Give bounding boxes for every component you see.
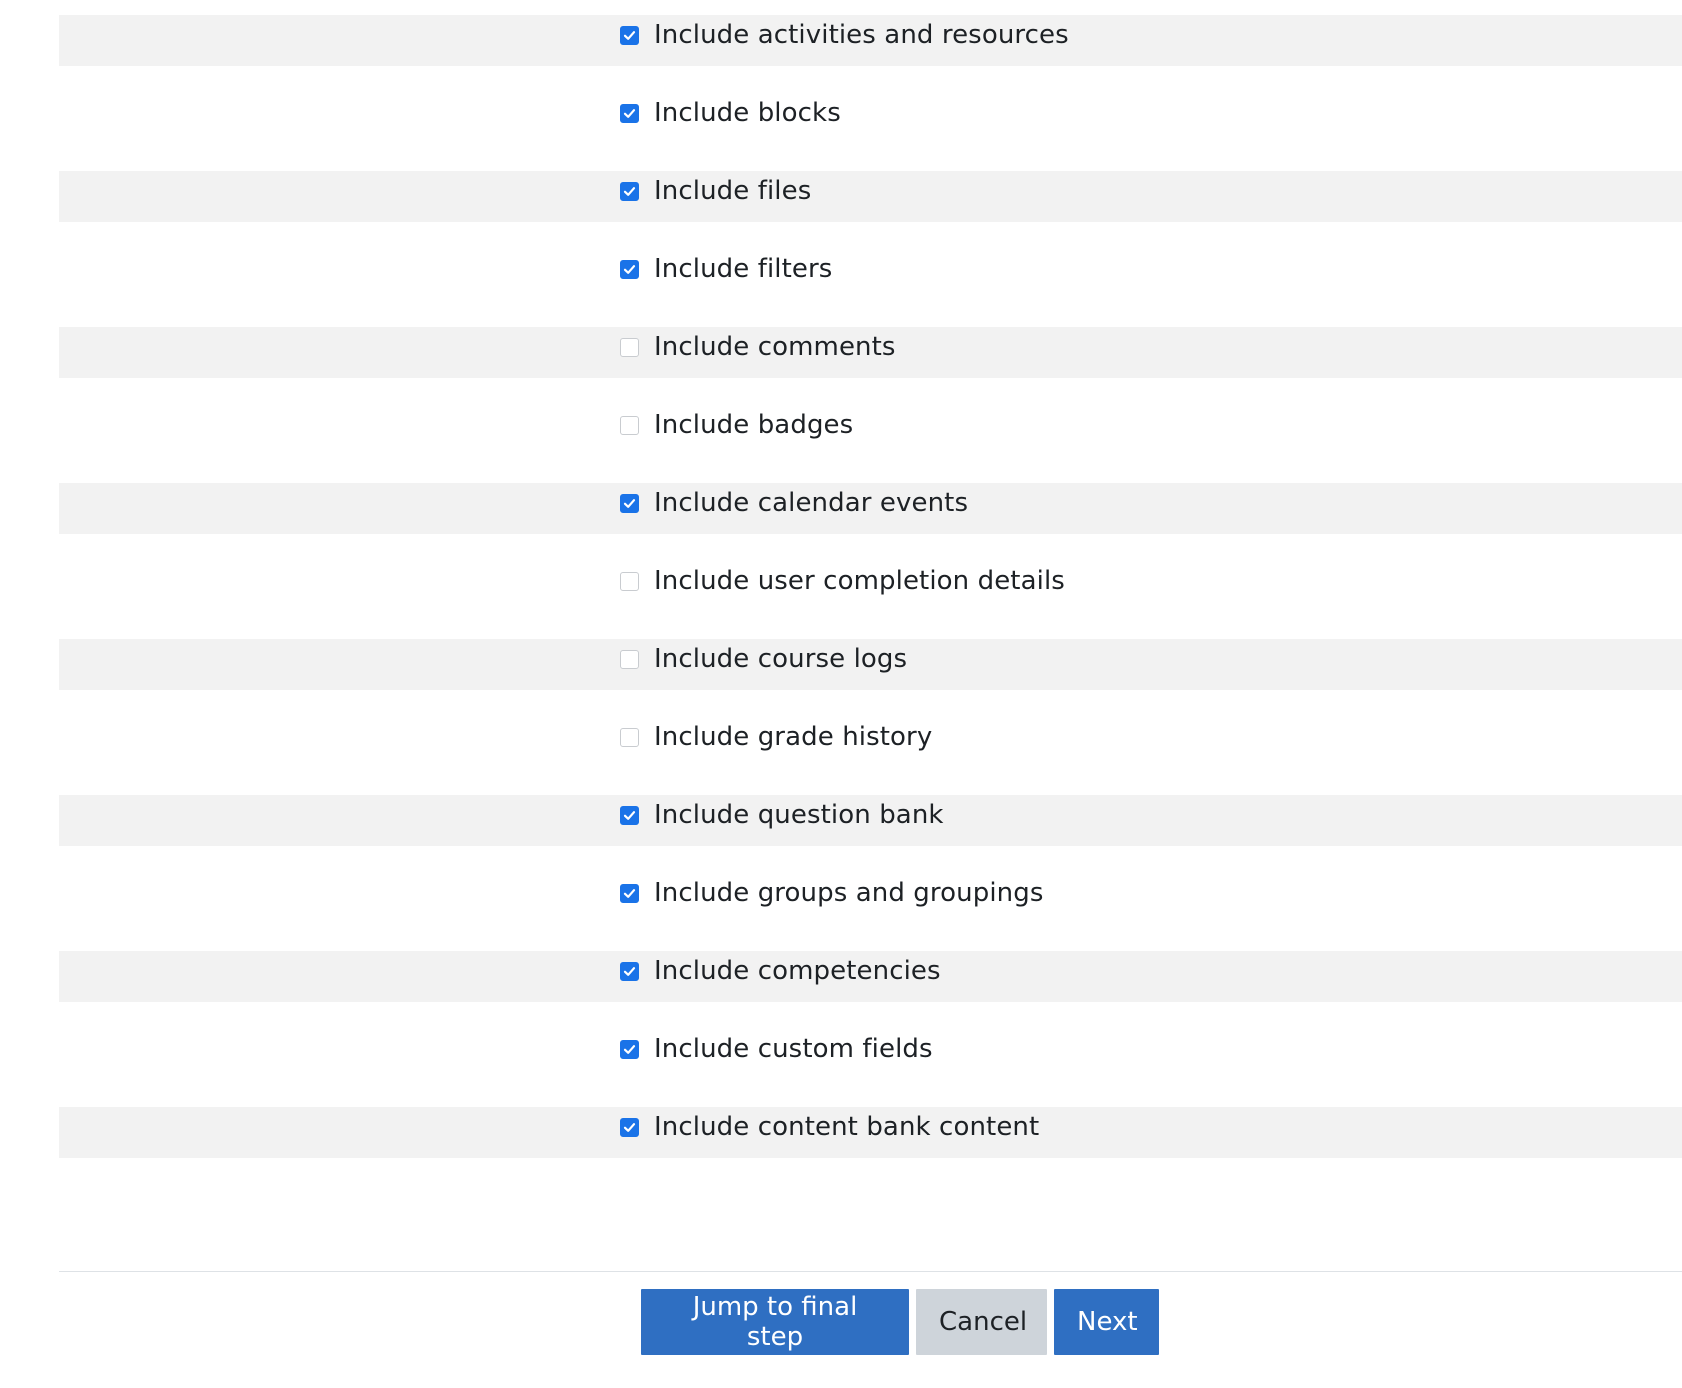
checkmark-icon bbox=[623, 30, 636, 40]
setting-row: Include course logs bbox=[59, 639, 1682, 690]
checkbox-unchecked-icon[interactable] bbox=[620, 727, 639, 747]
checkbox-checked-icon[interactable] bbox=[620, 493, 639, 513]
form-divider bbox=[59, 1271, 1682, 1272]
checkbox-checked-icon[interactable] bbox=[620, 1039, 639, 1059]
setting-option[interactable]: Include content bank content bbox=[620, 1112, 1040, 1142]
setting-label: Include custom fields bbox=[654, 1034, 933, 1064]
setting-option[interactable]: Include grade history bbox=[620, 722, 933, 752]
checkbox-checked-icon[interactable] bbox=[620, 259, 639, 279]
setting-option[interactable]: Include calendar events bbox=[620, 488, 969, 518]
checkmark-icon bbox=[623, 888, 636, 898]
checkmark-icon bbox=[623, 264, 636, 274]
checkbox-unchecked-icon[interactable] bbox=[620, 571, 639, 591]
form-button-bar: Jump to final step Cancel Next bbox=[641, 1289, 1159, 1355]
setting-label: Include filters bbox=[654, 254, 833, 284]
setting-option[interactable]: Include activities and resources bbox=[620, 20, 1069, 50]
jump-to-final-step-button[interactable]: Jump to final step bbox=[641, 1289, 909, 1355]
setting-row: Include blocks bbox=[59, 93, 1682, 144]
setting-label: Include badges bbox=[654, 410, 854, 440]
checkmark-icon bbox=[623, 1122, 636, 1132]
setting-option[interactable]: Include question bank bbox=[620, 800, 944, 830]
setting-row: Include custom fields bbox=[59, 1029, 1682, 1080]
setting-label: Include content bank content bbox=[654, 1112, 1040, 1142]
setting-option[interactable]: Include blocks bbox=[620, 98, 841, 128]
checkbox-checked-icon[interactable] bbox=[620, 883, 639, 903]
setting-option[interactable]: Include filters bbox=[620, 254, 833, 284]
checkbox-checked-icon[interactable] bbox=[620, 181, 639, 201]
checkbox-checked-icon[interactable] bbox=[620, 103, 639, 123]
setting-label: Include activities and resources bbox=[654, 20, 1069, 50]
setting-row: Include groups and groupings bbox=[59, 873, 1682, 924]
cancel-button[interactable]: Cancel bbox=[916, 1289, 1047, 1355]
setting-label: Include course logs bbox=[654, 644, 908, 674]
setting-row: Include activities and resources bbox=[59, 15, 1682, 66]
setting-option[interactable]: Include files bbox=[620, 176, 812, 206]
setting-label: Include calendar events bbox=[654, 488, 969, 518]
setting-label: Include user completion details bbox=[654, 566, 1065, 596]
setting-label: Include files bbox=[654, 176, 812, 206]
setting-option[interactable]: Include comments bbox=[620, 332, 896, 362]
checkmark-icon bbox=[623, 186, 636, 196]
checkmark-icon bbox=[623, 498, 636, 508]
setting-row: Include badges bbox=[59, 405, 1682, 456]
setting-row: Include competencies bbox=[59, 951, 1682, 1002]
setting-label: Include grade history bbox=[654, 722, 933, 752]
setting-row: Include comments bbox=[59, 327, 1682, 378]
checkbox-unchecked-icon[interactable] bbox=[620, 649, 639, 669]
setting-option[interactable]: Include badges bbox=[620, 410, 854, 440]
checkmark-icon bbox=[623, 108, 636, 118]
checkbox-checked-icon[interactable] bbox=[620, 1117, 639, 1137]
setting-row: Include grade history bbox=[59, 717, 1682, 768]
setting-row: Include calendar events bbox=[59, 483, 1682, 534]
checkbox-checked-icon[interactable] bbox=[620, 805, 639, 825]
setting-row: Include question bank bbox=[59, 795, 1682, 846]
setting-option[interactable]: Include groups and groupings bbox=[620, 878, 1044, 908]
checkmark-icon bbox=[623, 1044, 636, 1054]
setting-label: Include competencies bbox=[654, 956, 941, 986]
setting-row: Include filters bbox=[59, 249, 1682, 300]
next-button[interactable]: Next bbox=[1054, 1289, 1159, 1355]
checkbox-checked-icon[interactable] bbox=[620, 961, 639, 981]
setting-label: Include comments bbox=[654, 332, 896, 362]
checkbox-unchecked-icon[interactable] bbox=[620, 415, 639, 435]
checkmark-icon bbox=[623, 966, 636, 976]
checkbox-checked-icon[interactable] bbox=[620, 25, 639, 45]
setting-option[interactable]: Include competencies bbox=[620, 956, 941, 986]
setting-option[interactable]: Include course logs bbox=[620, 644, 908, 674]
setting-row: Include content bank content bbox=[59, 1107, 1682, 1158]
setting-row: Include user completion details bbox=[59, 561, 1682, 612]
setting-option[interactable]: Include user completion details bbox=[620, 566, 1065, 596]
setting-label: Include groups and groupings bbox=[654, 878, 1044, 908]
setting-label: Include question bank bbox=[654, 800, 944, 830]
setting-option[interactable]: Include custom fields bbox=[620, 1034, 933, 1064]
checkmark-icon bbox=[623, 810, 636, 820]
setting-label: Include blocks bbox=[654, 98, 841, 128]
checkbox-unchecked-icon[interactable] bbox=[620, 337, 639, 357]
setting-row: Include files bbox=[59, 171, 1682, 222]
